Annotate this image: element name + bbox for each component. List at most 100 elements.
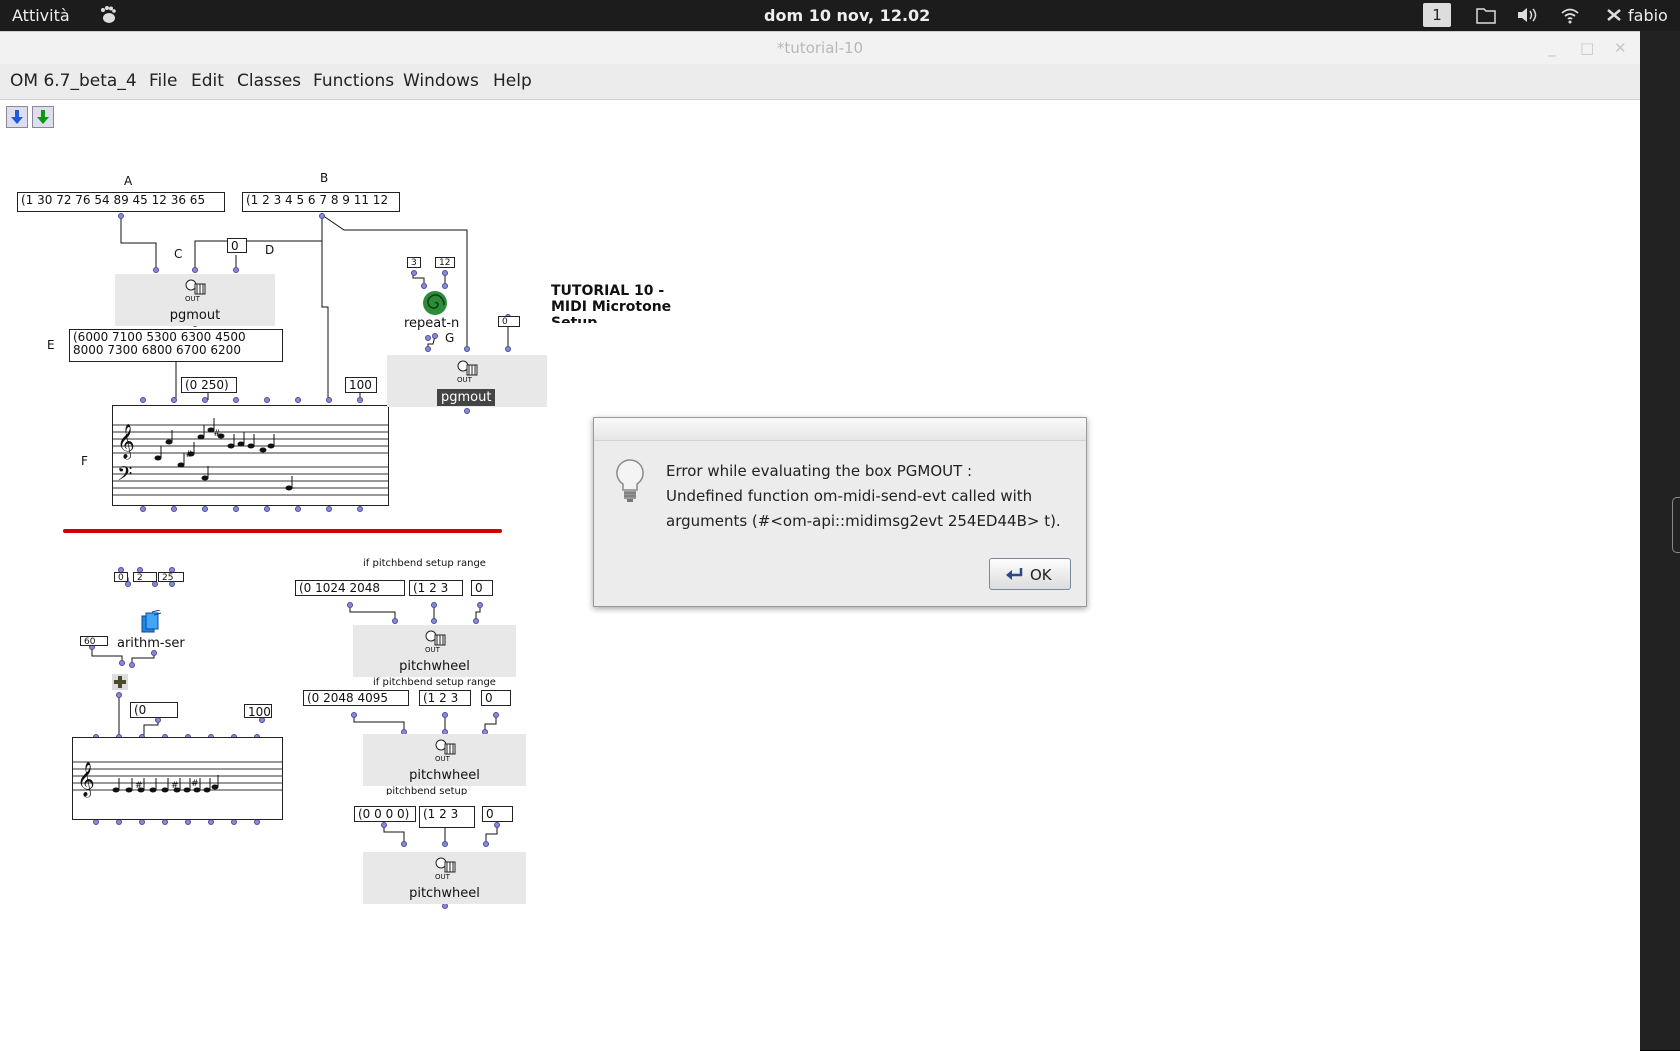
chord-seq-editor-2[interactable]: 𝄞 # # # <box>72 737 283 820</box>
pitchwheel-box-1-label: pitchwheel <box>399 659 470 674</box>
svg-text:OUT: OUT <box>435 755 451 762</box>
repeat-input-1[interactable]: 3 <box>407 257 421 268</box>
connections <box>89 213 511 909</box>
pgmout-box-2[interactable]: OUT pgmout <box>387 355 547 407</box>
pw1-values-box[interactable]: (0 1024 2048 <box>295 580 405 596</box>
list-zero-box[interactable]: (0 <box>130 702 178 718</box>
arithm-ser-icon[interactable] <box>140 610 162 634</box>
label-d: D <box>265 243 275 257</box>
top-panel: Attività dom 10 nov, 12.02 1 fabio <box>0 0 1680 31</box>
midi-out-icon: OUT <box>435 739 456 762</box>
label-f: F <box>81 454 88 468</box>
clock[interactable]: dom 10 nov, 12.02 <box>764 6 930 25</box>
window-title: *tutorial-10 <box>776 39 864 57</box>
dialog-titlebar <box>594 418 1086 441</box>
menu-file[interactable]: File <box>149 71 177 91</box>
svg-text:#: # <box>191 779 199 789</box>
pw1-port-box[interactable]: 0 <box>471 580 493 596</box>
pw2-port-box[interactable]: 0 <box>481 690 511 706</box>
label-a: A <box>124 174 133 188</box>
svg-text:#: # <box>185 450 193 460</box>
value-d-box[interactable]: 0 <box>227 238 247 253</box>
svg-text:#: # <box>171 781 179 791</box>
scrollbar-handle[interactable] <box>1672 497 1680 553</box>
ok-button-label: OK <box>1030 566 1052 584</box>
pitchwheel-box-3[interactable]: OUT pitchwheel <box>363 852 526 904</box>
activities-button[interactable]: Attività <box>12 6 70 25</box>
svg-text:OUT: OUT <box>457 376 473 383</box>
plus-icon[interactable] <box>111 673 129 691</box>
pw3-port-box[interactable]: 0 <box>482 806 513 822</box>
label-e: E <box>47 338 55 352</box>
folder-icon[interactable] <box>1476 6 1496 24</box>
svg-text:#: # <box>213 429 221 439</box>
midi-out-icon: OUT <box>425 630 446 653</box>
arithm-input-3[interactable]: 25 <box>158 572 184 582</box>
error-line-2: Undefined function om-midi-send-evt call… <box>666 487 1033 505</box>
svg-text:#: # <box>135 781 143 791</box>
volume-icon[interactable] <box>1516 6 1538 24</box>
ok-button[interactable]: OK <box>989 558 1071 590</box>
pitchwheel-box-2[interactable]: OUT pitchwheel <box>363 734 526 786</box>
desktop-edge <box>1640 31 1680 1050</box>
repeat-n-label: repeat-n <box>404 316 460 331</box>
pitchwheel-box-3-label: pitchwheel <box>409 886 480 901</box>
menu-edit[interactable]: Edit <box>191 71 224 91</box>
window-titlebar[interactable]: *tutorial-10 _ □ ✕ <box>0 32 1640 64</box>
velocity-box-2[interactable]: 100 <box>244 704 272 718</box>
wifi-icon[interactable] <box>1560 6 1580 24</box>
user-menu[interactable]: fabio <box>1628 6 1668 25</box>
chord-seq-editor-f[interactable]: 𝄞 𝄢 # # <box>112 405 389 506</box>
pw3-channels-box[interactable]: (1 2 3 <box>419 806 475 828</box>
user-status-icon[interactable] <box>1605 6 1623 24</box>
svg-text:𝄢: 𝄢 <box>117 462 132 490</box>
midi-out-icon: OUT <box>435 857 456 880</box>
pw2-values-box[interactable]: (0 2048 4095 <box>303 690 409 706</box>
arithm-input-2[interactable]: 2 <box>133 572 157 582</box>
error-message: Error while evaluating the box PGMOUT : … <box>666 459 1076 534</box>
minimize-icon[interactable]: _ <box>1548 32 1556 64</box>
pgmout-box-1-label: pgmout <box>169 308 221 323</box>
pw2-channels-box[interactable]: (1 2 3 <box>419 690 471 706</box>
pitchwheel-box-1[interactable]: OUT pitchwheel <box>353 625 516 677</box>
maximize-icon[interactable]: □ <box>1580 32 1594 64</box>
list-e-line1: (6000 7100 5300 6300 4500 <box>73 330 246 344</box>
midi-out-icon: OUT <box>457 360 478 383</box>
gnome-foot-icon[interactable] <box>98 5 118 25</box>
separator-line <box>63 529 502 533</box>
workspace-indicator[interactable]: 1 <box>1423 3 1451 27</box>
repeat-input-2[interactable]: 12 <box>435 257 455 268</box>
menu-functions[interactable]: Functions <box>313 71 394 91</box>
error-dialog: Error while evaluating the box PGMOUT : … <box>593 417 1087 607</box>
label-b: B <box>320 171 329 185</box>
menu-help[interactable]: Help <box>493 71 532 91</box>
repeat-n-spiral-icon[interactable] <box>422 290 448 316</box>
return-arrow-icon <box>1006 568 1023 580</box>
velocity-box[interactable]: 100 <box>345 377 377 393</box>
midi-out-icon: OUT <box>185 279 206 302</box>
list-a-box[interactable]: (1 30 72 76 54 89 45 12 36 65 <box>17 192 225 212</box>
score-staff: 𝄞 𝄢 # # <box>113 418 388 496</box>
pgmout-box-2-label: pgmout <box>437 389 496 406</box>
pgmout-box-1[interactable]: OUT pgmout <box>115 274 275 326</box>
tutorial-title-comment: TUTORIAL 10 - MIDI Microtone Setup <box>551 283 672 323</box>
value-g-box[interactable]: 0 <box>498 316 520 327</box>
list-e-line2: 8000 7300 6800 6700 6200 <box>73 343 241 357</box>
pitchbend-comment-1: if pitchbend setup range <box>363 558 486 569</box>
pw3-values-box[interactable]: (0 0 0 0) <box>354 806 416 822</box>
arithm-input-1[interactable]: 0 <box>114 572 128 582</box>
lightbulb-icon <box>616 459 644 502</box>
pitchbend-comment-2: if pitchbend setup range <box>373 677 496 687</box>
menu-app[interactable]: OM 6.7_beta_4 <box>10 71 137 91</box>
duration-box[interactable]: (0 250) <box>181 377 237 393</box>
pw1-channels-box[interactable]: (1 2 3 <box>409 580 463 596</box>
menu-bar: OM 6.7_beta_4 File Edit Classes Function… <box>0 64 1640 100</box>
list-e-box[interactable]: (6000 7100 5300 6300 4500 8000 7300 6800 … <box>69 329 283 362</box>
list-b-box[interactable]: (1 2 3 4 5 6 7 8 9 11 12 <box>242 192 400 212</box>
menu-windows[interactable]: Windows <box>403 71 479 91</box>
arithm-input-4[interactable]: 60 <box>80 636 108 646</box>
close-icon[interactable]: ✕ <box>1614 32 1627 64</box>
pitchbend-comment-3: pitchbend setup <box>386 786 468 795</box>
score-staff: 𝄞 # # # <box>73 761 282 798</box>
menu-classes[interactable]: Classes <box>237 71 301 91</box>
